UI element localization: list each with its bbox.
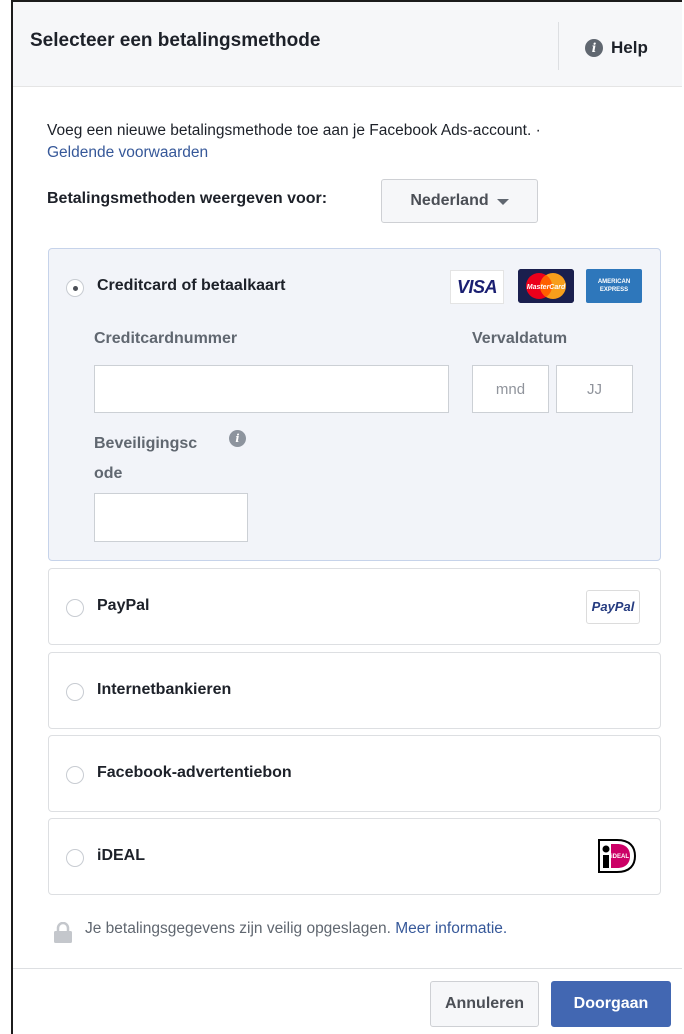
paypal-option-label: PayPal <box>97 597 150 614</box>
help-label: Help <box>611 38 648 57</box>
visa-logo: VISA <box>450 270 504 304</box>
security-code-label-line2: ode <box>94 465 123 482</box>
card-number-label: Creditcardnummer <box>94 330 238 347</box>
amex-logo: AMERICAN EXPRESS <box>586 269 642 303</box>
internet-banking-radio[interactable] <box>66 683 84 701</box>
payment-option-ideal[interactable]: iDEAL iDEAL <box>48 818 661 895</box>
dialog-title: Selecteer een betalingsmethode <box>30 30 321 51</box>
cancel-button[interactable]: Annuleren <box>430 981 539 1027</box>
chevron-down-icon <box>496 199 509 205</box>
card-option-label: Creditcard of betaalkaart <box>97 277 286 294</box>
payment-option-fb-coupon[interactable]: Facebook-advertentiebon <box>48 735 661 812</box>
expiry-year-input[interactable] <box>556 365 633 413</box>
ideal-logo: iDEAL <box>597 838 637 879</box>
security-code-label: Beveiligingsc ode <box>94 429 197 489</box>
expiry-label: Vervaldatum <box>472 330 568 347</box>
mastercard-logo-graphic: MasterCard <box>518 269 574 303</box>
security-code-info-icon[interactable]: i <box>229 430 246 447</box>
payment-option-paypal[interactable]: PayPal PayPal <box>48 568 661 645</box>
mastercard-logo: MasterCard <box>518 269 574 303</box>
payment-option-card[interactable]: Creditcard of betaalkaart VISA MasterCar… <box>48 248 661 561</box>
security-code-input[interactable] <box>94 493 248 542</box>
security-note: Je betalingsgegevens zijn veilig opgesla… <box>85 920 507 938</box>
ideal-option-label: iDEAL <box>97 847 145 864</box>
paypal-radio[interactable] <box>66 599 84 617</box>
dialog-header: Selecteer een betalingsmethode i Help <box>13 2 682 87</box>
amex-logo-line1: AMERICAN <box>597 279 631 285</box>
expiry-month-input[interactable] <box>472 365 549 413</box>
show-methods-for-label: Betalingsmethoden weergeven voor: <box>47 190 328 207</box>
intro-text-block: Voeg een nieuwe betalingsmethode toe aan… <box>47 120 677 164</box>
intro-text: Voeg een nieuwe betalingsmethode toe aan… <box>47 122 541 139</box>
card-number-input[interactable] <box>94 365 449 413</box>
ideal-radio[interactable] <box>66 849 84 867</box>
payment-option-internet-banking[interactable]: Internetbankieren <box>48 652 661 729</box>
security-note-text: Je betalingsgegevens zijn veilig opgesla… <box>85 920 391 937</box>
paypal-logo: PayPal <box>586 590 640 624</box>
payment-method-dialog: Selecteer een betalingsmethode i Help Vo… <box>11 0 682 1034</box>
info-icon: i <box>585 39 603 57</box>
continue-button[interactable]: Doorgaan <box>551 981 671 1027</box>
lock-icon <box>54 922 72 943</box>
card-radio[interactable] <box>66 279 84 297</box>
ideal-logo-graphic: iDEAL <box>598 839 637 873</box>
terms-link[interactable]: Geldende voorwaarden <box>47 144 208 161</box>
internet-banking-option-label: Internetbankieren <box>97 681 232 698</box>
fb-coupon-radio[interactable] <box>66 766 84 784</box>
country-selected-value: Nederland <box>410 192 489 209</box>
fb-coupon-option-label: Facebook-advertentiebon <box>97 764 292 781</box>
paypal-logo-text: PayPal <box>591 599 635 614</box>
ideal-logo-text: iDEAL <box>611 854 629 860</box>
help-link[interactable]: i Help <box>585 38 648 58</box>
security-code-label-line1: Beveiligingsc <box>94 435 198 452</box>
mastercard-logo-text: MasterCard <box>527 284 566 291</box>
more-info-link[interactable]: Meer informatie. <box>395 920 507 938</box>
country-dropdown[interactable]: Nederland <box>381 179 538 223</box>
header-separator <box>558 22 559 70</box>
amex-logo-line2: EXPRESS <box>599 287 629 293</box>
footer-divider <box>13 968 682 969</box>
